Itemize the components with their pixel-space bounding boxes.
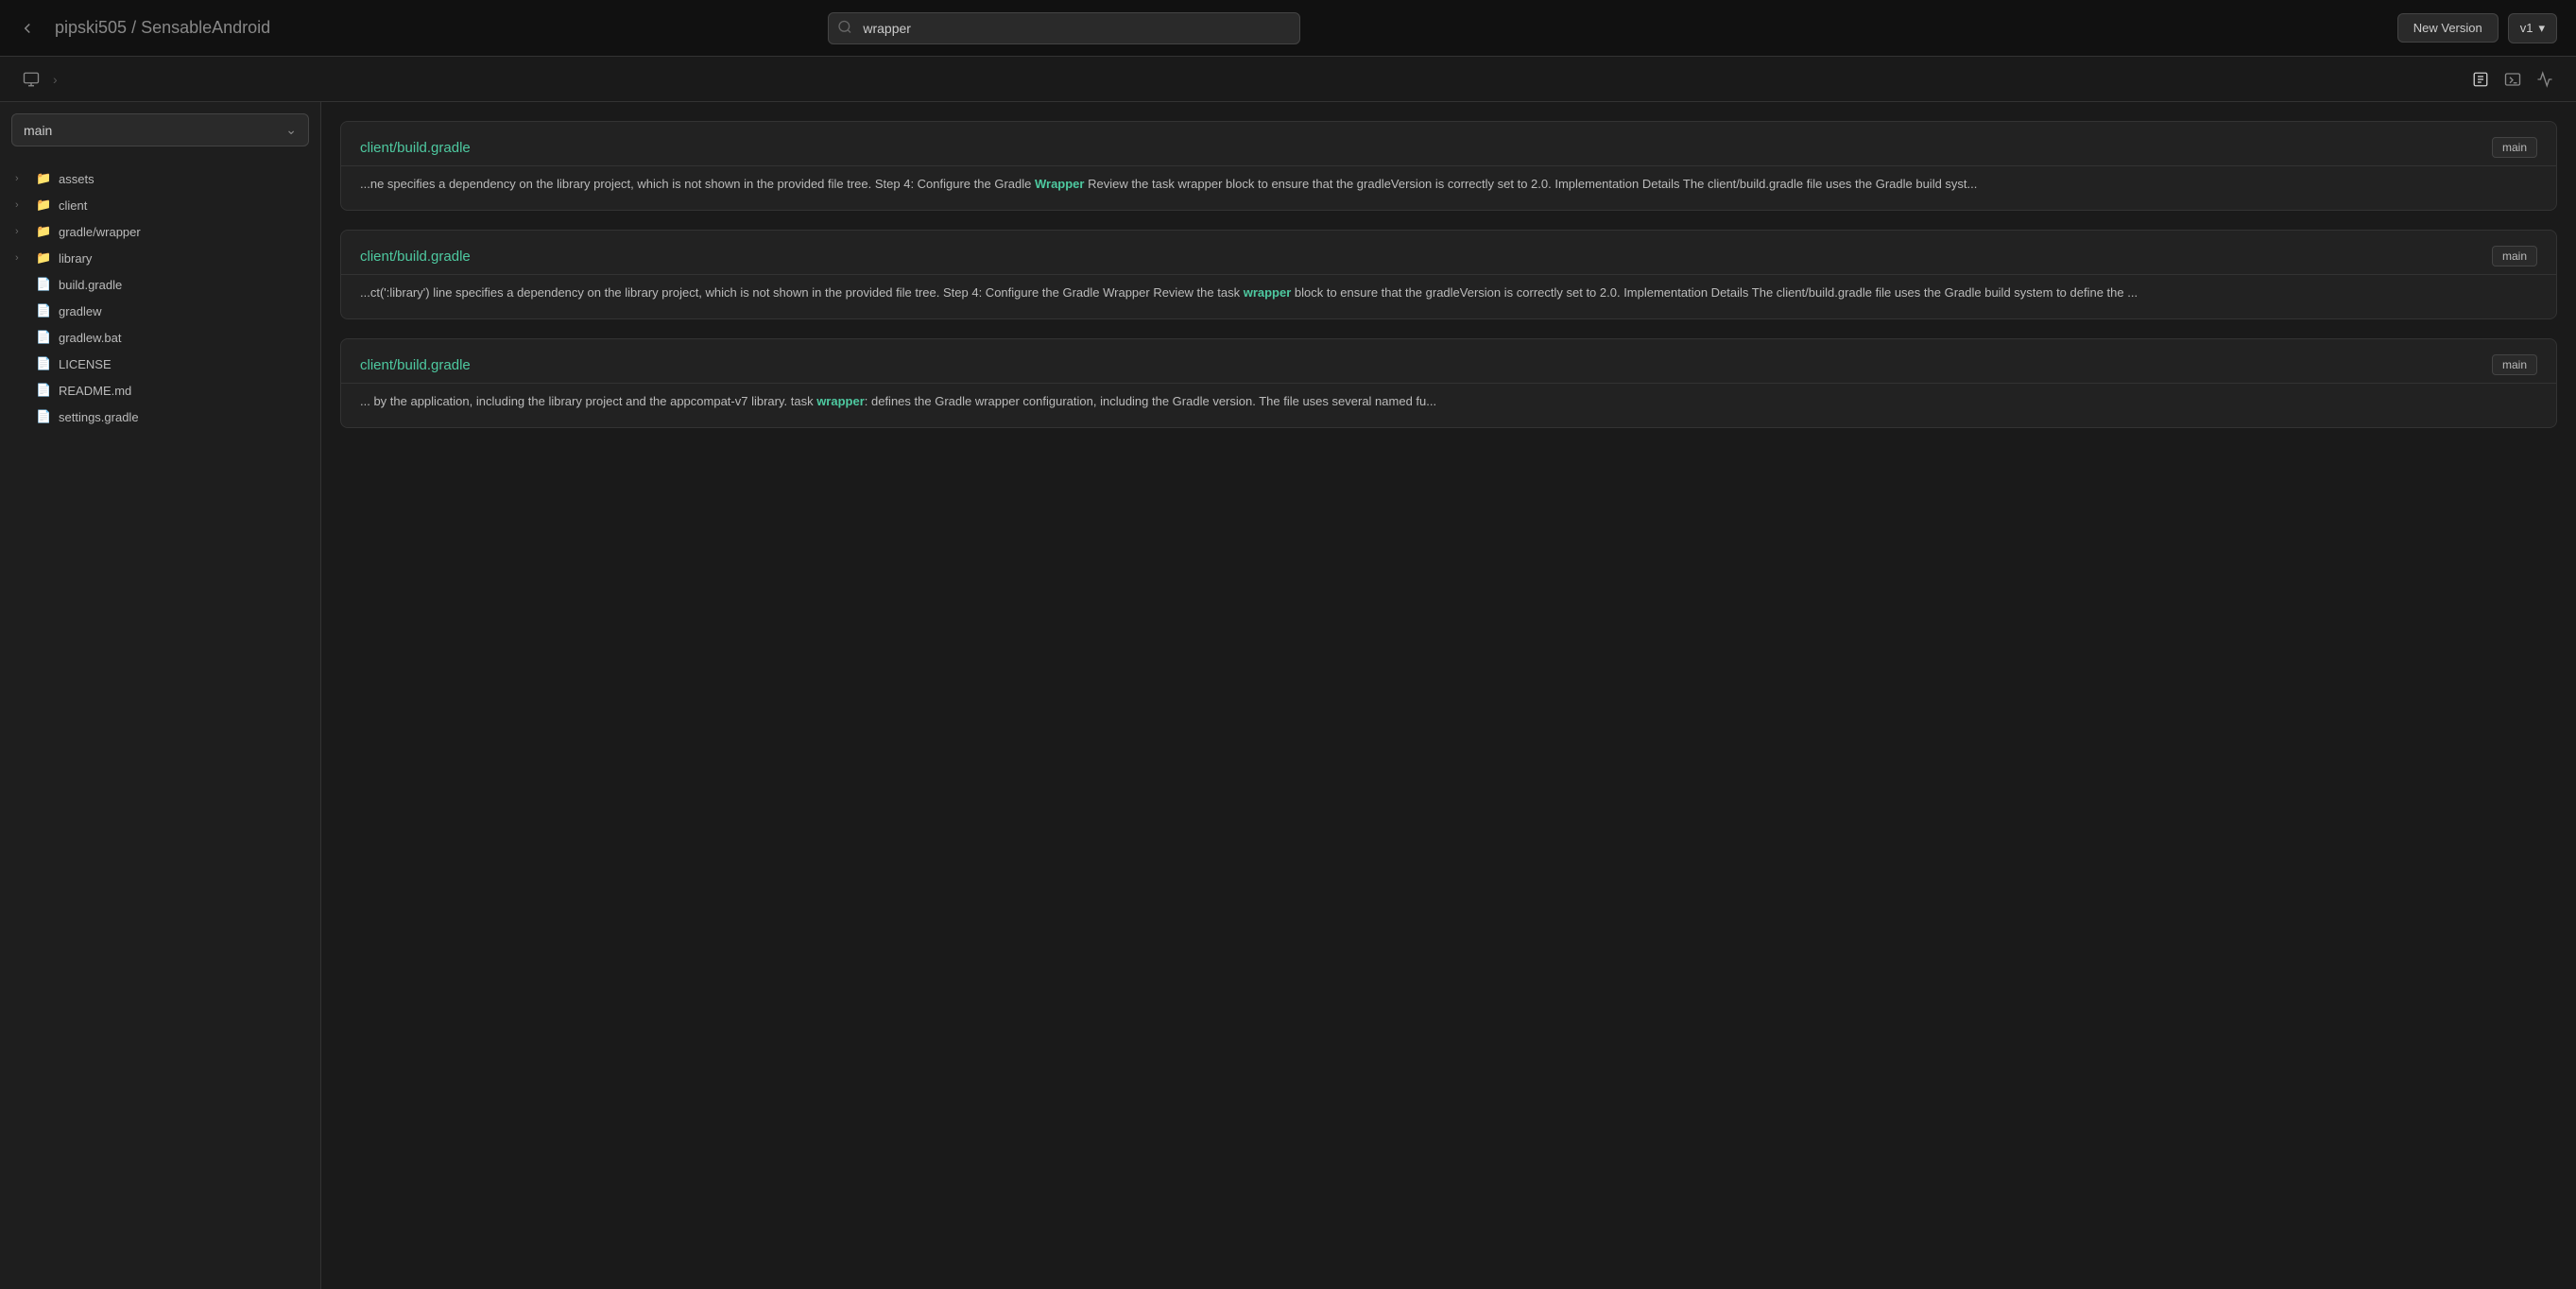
result-branch-badge-1: main [2492, 137, 2537, 158]
tree-label-client: client [59, 198, 87, 213]
result-body-3: ... by the application, including the li… [341, 384, 2556, 427]
branch-name: main [24, 123, 52, 138]
version-label: v1 [2520, 21, 2533, 35]
branch-selector[interactable]: main ⌄ [11, 113, 309, 146]
tree-label-gradlew: gradlew [59, 304, 102, 318]
result-card-2: client/build.gradle main ...ct(':library… [340, 230, 2557, 319]
tree-item-client[interactable]: › 📁 client [0, 192, 320, 218]
search-bar [828, 12, 1300, 44]
folder-chevron-library: › [15, 252, 28, 264]
file-tree: › 📁 assets › 📁 client › 📁 gradle/wrapper… [0, 158, 320, 438]
tree-label-readme: README.md [59, 384, 131, 398]
version-selector[interactable]: v1 ▾ [2508, 13, 2557, 43]
result-body-2: ...ct(':library') line specifies a depen… [341, 275, 2556, 318]
tree-label-gradle-wrapper: gradle/wrapper [59, 225, 141, 239]
monitor-icon-button[interactable] [19, 67, 43, 92]
tree-item-license[interactable]: › 📄 LICENSE [0, 351, 320, 377]
main-layout: main ⌄ › 📁 assets › 📁 client › 📁 gradle/… [0, 102, 2576, 1289]
tree-item-library[interactable]: › 📁 library [0, 245, 320, 271]
result-filename-1[interactable]: client/build.gradle [360, 140, 471, 156]
file-icon-readme: 📄 [36, 383, 51, 398]
tree-label-license: LICENSE [59, 357, 112, 371]
chart-view-button[interactable] [2533, 67, 2557, 92]
folder-icon-client: 📁 [36, 198, 51, 213]
app-header: pipski505 / SensableAndroid New Version … [0, 0, 2576, 57]
result-branch-badge-2: main [2492, 246, 2537, 266]
folder-icon-library: 📁 [36, 250, 51, 266]
result-filename-2[interactable]: client/build.gradle [360, 249, 471, 265]
tree-label-build-gradle: build.gradle [59, 278, 122, 292]
result-highlight-2: wrapper [1244, 285, 1292, 300]
tree-item-assets[interactable]: › 📁 assets [0, 165, 320, 192]
folder-chevron-client: › [15, 199, 28, 211]
tree-label-library: library [59, 251, 92, 266]
repo-owner[interactable]: pipski505 [55, 18, 127, 37]
result-header-1: client/build.gradle main [341, 122, 2556, 165]
result-header-2: client/build.gradle main [341, 231, 2556, 274]
folder-chevron-assets: › [15, 173, 28, 184]
tree-item-gradlew[interactable]: › 📄 gradlew [0, 298, 320, 324]
back-button[interactable] [19, 20, 36, 37]
tree-item-gradlew-bat[interactable]: › 📄 gradlew.bat [0, 324, 320, 351]
tree-label-settings-gradle: settings.gradle [59, 410, 139, 424]
search-input[interactable] [828, 12, 1300, 44]
file-icon-gradlew-bat: 📄 [36, 330, 51, 345]
file-icon-build-gradle: 📄 [36, 277, 51, 292]
tree-item-readme[interactable]: › 📄 README.md [0, 377, 320, 404]
folder-chevron-gradle-wrapper: › [15, 226, 28, 237]
version-chevron: ▾ [2538, 21, 2545, 36]
folder-icon-assets: 📁 [36, 171, 51, 186]
tree-item-settings-gradle[interactable]: › 📄 settings.gradle [0, 404, 320, 430]
file-icon-license: 📄 [36, 356, 51, 371]
result-card-1: client/build.gradle main ...ne specifies… [340, 121, 2557, 211]
search-results: client/build.gradle main ...ne specifies… [321, 102, 2576, 1289]
tree-item-gradle-wrapper[interactable]: › 📁 gradle/wrapper [0, 218, 320, 245]
sidebar: main ⌄ › 📁 assets › 📁 client › 📁 gradle/… [0, 102, 321, 1289]
header-actions: New Version v1 ▾ [2397, 13, 2557, 43]
breadcrumb-chevron: › [53, 72, 58, 87]
folder-icon-gradle-wrapper: 📁 [36, 224, 51, 239]
toolbar: › [0, 57, 2576, 102]
result-body-1: ...ne specifies a dependency on the libr… [341, 166, 2556, 210]
result-highlight-3: wrapper [816, 394, 865, 408]
repo-title: pipski505 / SensableAndroid [55, 18, 270, 38]
result-highlight-1: Wrapper [1035, 177, 1085, 191]
new-version-button[interactable]: New Version [2397, 13, 2499, 43]
tree-item-build-gradle[interactable]: › 📄 build.gradle [0, 271, 320, 298]
branch-arrow-icon: ⌄ [285, 122, 297, 138]
result-card-3: client/build.gradle main ... by the appl… [340, 338, 2557, 428]
tree-label-assets: assets [59, 172, 94, 186]
repo-name[interactable]: SensableAndroid [141, 18, 270, 37]
result-filename-3[interactable]: client/build.gradle [360, 357, 471, 373]
file-icon-settings-gradle: 📄 [36, 409, 51, 424]
file-view-button[interactable] [2468, 67, 2493, 92]
terminal-view-button[interactable] [2500, 67, 2525, 92]
file-icon-gradlew: 📄 [36, 303, 51, 318]
search-icon [837, 19, 852, 37]
result-header-3: client/build.gradle main [341, 339, 2556, 383]
tree-label-gradlew-bat: gradlew.bat [59, 331, 122, 345]
result-branch-badge-3: main [2492, 354, 2537, 375]
